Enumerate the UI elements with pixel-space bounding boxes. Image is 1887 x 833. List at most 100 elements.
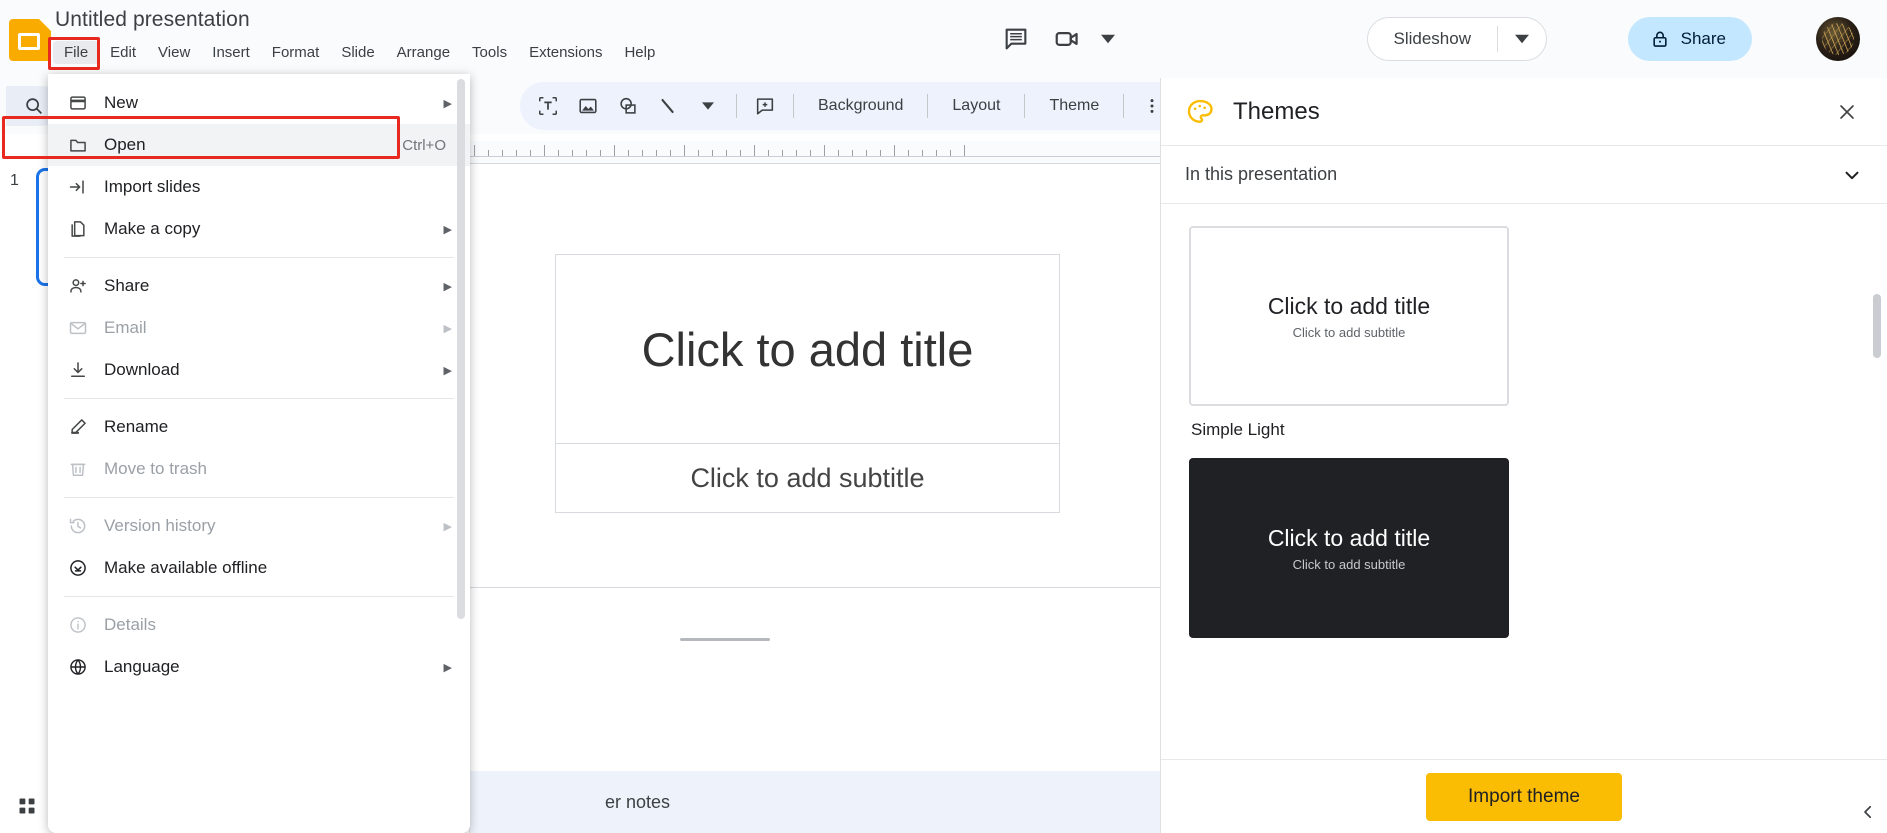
- menu-option-version-history: Version history ▶: [48, 505, 470, 547]
- avatar[interactable]: [1816, 17, 1860, 61]
- menu-option-move-to-trash-label: Move to trash: [104, 459, 207, 478]
- theme-card-simple-light[interactable]: Click to add title Click to add subtitle…: [1189, 226, 1887, 440]
- subtitle-placeholder[interactable]: Click to add subtitle: [555, 443, 1060, 513]
- menu-item-edit[interactable]: Edit: [99, 41, 147, 64]
- theme-button[interactable]: Theme: [1033, 86, 1115, 126]
- file-dropdown-menu[interactable]: New ▶ Open Ctrl+O Import slides Make a c…: [48, 74, 470, 833]
- search-icon: [23, 95, 45, 117]
- text-box-icon[interactable]: [528, 86, 568, 126]
- menu-option-email: Email ▶: [48, 307, 470, 349]
- menu-option-share[interactable]: Share ▶: [48, 265, 470, 307]
- menu-item-format[interactable]: Format: [261, 41, 331, 64]
- menu-option-open[interactable]: Open Ctrl+O: [48, 124, 470, 166]
- info-icon: [68, 614, 98, 636]
- version-history-icon: [68, 515, 98, 537]
- submenu-arrow-icon: ▶: [443, 223, 452, 236]
- theme-thumbnail[interactable]: Click to add title Click to add subtitle: [1189, 458, 1509, 638]
- globe-icon: [68, 656, 98, 678]
- menu-item-arrange[interactable]: Arrange: [386, 41, 461, 64]
- menu-option-email-label: Email: [104, 318, 147, 337]
- slideshow-chevron-down-icon[interactable]: [1498, 18, 1546, 60]
- menu-option-details: Details: [48, 604, 470, 646]
- toolbar-divider-5: [1123, 94, 1125, 118]
- themes-list[interactable]: Click to add title Click to add subtitle…: [1161, 204, 1887, 759]
- menu-option-open-shortcut: Ctrl+O: [402, 136, 446, 154]
- menu-option-details-label: Details: [104, 615, 156, 634]
- toolbar-divider-2: [793, 94, 794, 118]
- camera-dropdown-chevron-down-icon[interactable]: [1097, 28, 1119, 50]
- comment-history-icon[interactable]: [996, 19, 1036, 59]
- themes-panel-scrollbar[interactable]: [1873, 294, 1881, 358]
- rename-pencil-icon: [68, 416, 98, 438]
- menu-divider: [64, 596, 454, 597]
- slideshow-button-group: Slideshow: [1366, 17, 1547, 61]
- logo-inner-rect: [18, 33, 40, 50]
- menu-option-rename[interactable]: Rename: [48, 406, 470, 448]
- add-comment-icon[interactable]: [745, 86, 785, 126]
- menu-option-new-label: New: [104, 93, 139, 112]
- menu-option-import-slides[interactable]: Import slides: [48, 166, 470, 208]
- menu-item-help[interactable]: Help: [613, 41, 666, 64]
- menu-item-extensions[interactable]: Extensions: [518, 41, 613, 64]
- menu-item-view[interactable]: View: [147, 41, 201, 64]
- share-button[interactable]: Share: [1627, 17, 1752, 61]
- layout-button[interactable]: Layout: [936, 86, 1016, 126]
- menu-item-slide[interactable]: Slide: [330, 41, 385, 64]
- trash-icon: [68, 458, 98, 480]
- speaker-notes-resize-handle[interactable]: [680, 638, 770, 641]
- menu-option-make-available-offline-label: Make available offline: [104, 558, 268, 577]
- theme-name-label: Simple Light: [1191, 420, 1285, 439]
- download-icon: [68, 359, 98, 381]
- menu-scrollbar[interactable]: [457, 79, 465, 619]
- menu-option-make-a-copy[interactable]: Make a copy ▶: [48, 208, 470, 250]
- theme-thumb-subtitle: Click to add subtitle: [1292, 324, 1406, 340]
- toolbar-divider-1: [736, 94, 737, 118]
- theme-thumb-title: Click to add title: [1267, 524, 1431, 551]
- google-slides-logo-icon[interactable]: [9, 19, 51, 61]
- line-icon[interactable]: [648, 86, 688, 126]
- insert-image-icon[interactable]: [568, 86, 608, 126]
- menu-option-language[interactable]: Language ▶: [48, 646, 470, 688]
- menu-option-language-label: Language: [104, 657, 180, 676]
- slideshow-button[interactable]: Slideshow: [1368, 18, 1498, 60]
- themes-section-chevron-down-icon[interactable]: [1841, 164, 1863, 186]
- background-button[interactable]: Background: [802, 86, 919, 126]
- slide-editor[interactable]: Click to add title Click to add subtitle: [470, 163, 1160, 588]
- theme-thumbnail[interactable]: Click to add title Click to add subtitle: [1189, 226, 1509, 406]
- submenu-arrow-icon: ▶: [443, 97, 452, 110]
- chevron-left-icon[interactable]: [1855, 799, 1881, 825]
- menu-item-file[interactable]: File: [53, 41, 100, 64]
- menu-option-download-label: Download: [104, 360, 180, 379]
- menu-option-rename-label: Rename: [104, 417, 169, 436]
- submenu-arrow-icon: ▶: [443, 280, 452, 293]
- video-camera-icon[interactable]: [1047, 19, 1087, 59]
- menu-option-open-label: Open: [104, 135, 146, 154]
- menu-option-share-label: Share: [104, 276, 150, 295]
- title-placeholder[interactable]: Click to add title: [555, 254, 1060, 444]
- line-caret-chevron-down-icon[interactable]: [688, 86, 728, 126]
- menu-option-make-available-offline[interactable]: Make available offline: [48, 547, 470, 589]
- menu-option-make-a-copy-label: Make a copy: [104, 219, 201, 238]
- menu-item-tools[interactable]: Tools: [461, 41, 518, 64]
- person-add-icon: [68, 275, 98, 297]
- theme-card-simple-dark[interactable]: Click to add title Click to add subtitle: [1189, 458, 1887, 638]
- menu-divider: [64, 398, 454, 399]
- grid-view-icon[interactable]: [12, 791, 42, 821]
- shape-icon[interactable]: [608, 86, 648, 126]
- horizontal-ruler: [470, 141, 1160, 163]
- new-document-icon: [68, 92, 98, 114]
- speaker-notes-pane[interactable]: er notes: [470, 771, 1160, 833]
- lock-icon: [1650, 29, 1670, 49]
- menu-option-new[interactable]: New ▶: [48, 82, 470, 124]
- themes-section-label: In this presentation: [1185, 164, 1338, 184]
- close-icon[interactable]: [1831, 96, 1863, 128]
- menu-divider: [64, 257, 454, 258]
- menu-option-download[interactable]: Download ▶: [48, 349, 470, 391]
- page-title[interactable]: Untitled presentation: [55, 8, 250, 32]
- import-theme-button[interactable]: Import theme: [1426, 772, 1622, 821]
- menu-divider: [64, 497, 454, 498]
- menu-bar: File Edit View Insert Format Slide Arran…: [53, 41, 666, 64]
- themes-section-in-this-presentation[interactable]: In this presentation: [1161, 146, 1887, 204]
- share-label: Share: [1680, 29, 1726, 48]
- menu-item-insert[interactable]: Insert: [201, 41, 261, 64]
